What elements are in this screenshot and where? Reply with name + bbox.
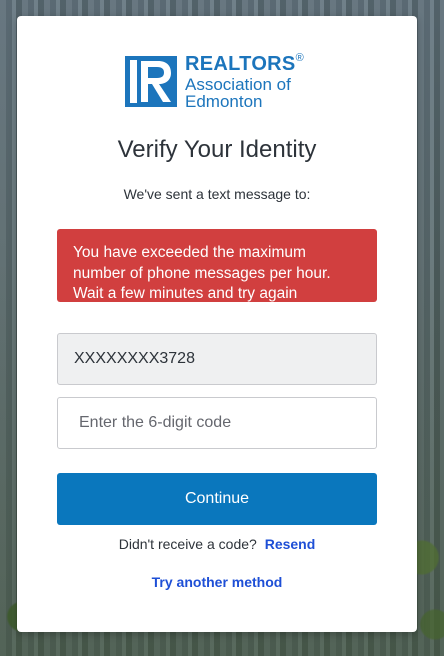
logo-line-association: Association of bbox=[185, 75, 291, 94]
realtors-association-logo: REALTORS® Association of Edmonton bbox=[125, 52, 325, 111]
try-another-method-link[interactable]: Try another method bbox=[17, 574, 417, 590]
page-title: Verify Your Identity bbox=[117, 136, 317, 163]
error-line-2: number of phone messages per hour. bbox=[73, 264, 331, 282]
realtor-r-logo-icon bbox=[125, 56, 177, 107]
logo-line-edmonton: Edmonton bbox=[185, 92, 263, 111]
error-line-3: Wait a few minutes and try again bbox=[73, 285, 298, 302]
page-subtitle: We've sent a text message to: bbox=[123, 186, 311, 202]
resend-prompt: Didn't receive a code? bbox=[118, 536, 257, 552]
verify-identity-card: REALTORS® Association of Edmonton Verify… bbox=[17, 16, 417, 632]
registered-mark: ® bbox=[295, 52, 304, 64]
verification-code-input[interactable] bbox=[57, 397, 377, 449]
logo-wordmark: REALTORS® Association of Edmonton bbox=[185, 52, 304, 111]
resend-row: Didn't receive a code? Resend bbox=[17, 536, 417, 552]
continue-button[interactable]: Continue bbox=[57, 473, 377, 525]
resend-link[interactable]: Resend bbox=[265, 536, 316, 552]
error-line-1: You have exceeded the maximum bbox=[73, 244, 306, 261]
error-alert: You have exceeded the maximum number of … bbox=[57, 229, 377, 302]
phone-number-field: XXXXXXXX3728 bbox=[57, 333, 377, 385]
logo-line-realtors: REALTORS® bbox=[185, 52, 304, 75]
